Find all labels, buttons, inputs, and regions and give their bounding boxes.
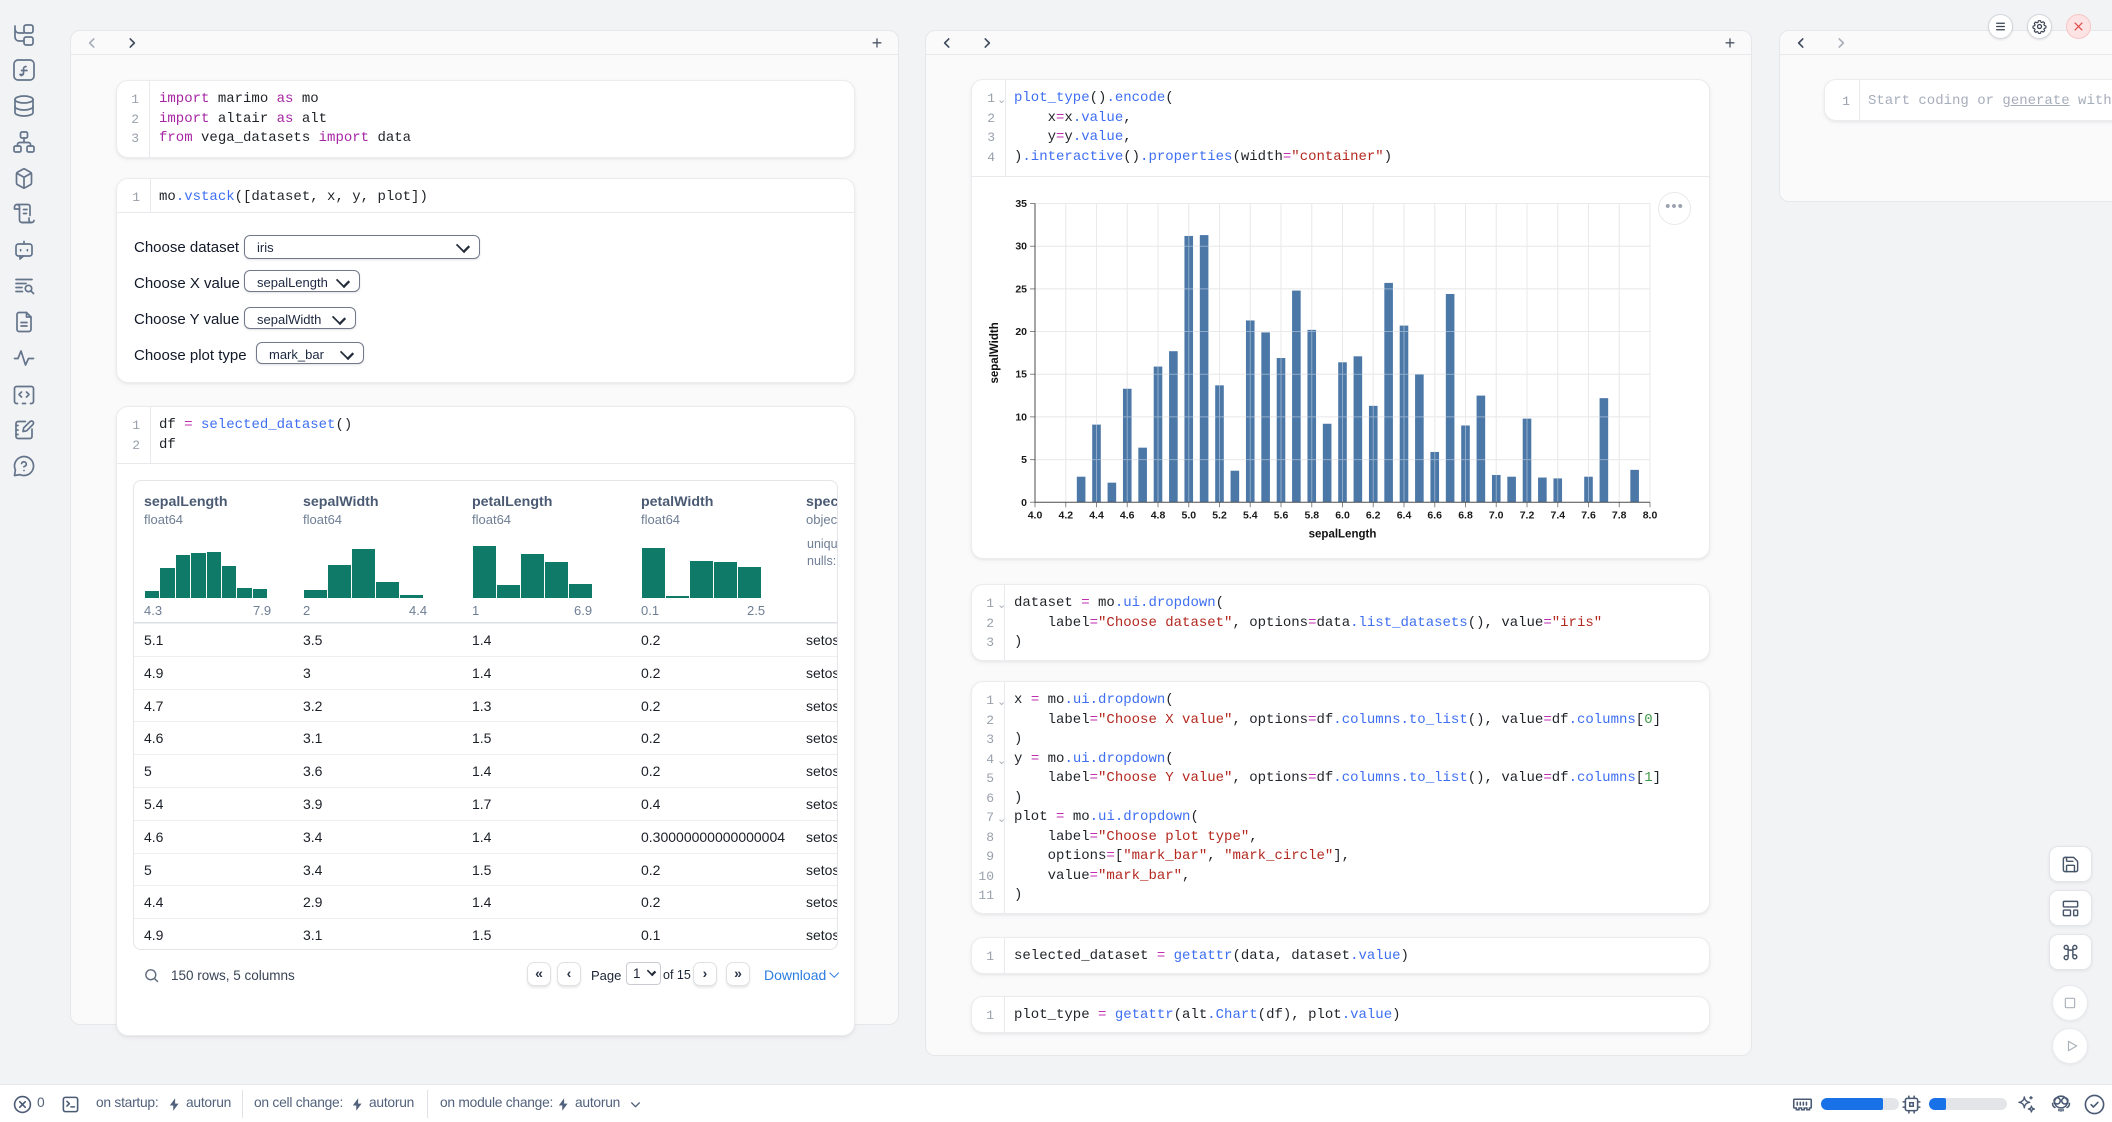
svg-text:sepalWidth: sepalWidth	[989, 322, 1001, 383]
svg-text:5.2: 5.2	[1212, 509, 1227, 521]
svg-text:5: 5	[1021, 454, 1027, 466]
svg-text:30: 30	[1015, 241, 1027, 253]
svg-text:5.6: 5.6	[1274, 509, 1289, 521]
svg-text:8.0: 8.0	[1643, 509, 1658, 521]
svg-text:6.4: 6.4	[1397, 509, 1412, 521]
svg-text:4.2: 4.2	[1058, 509, 1073, 521]
svg-text:0: 0	[1021, 497, 1027, 509]
svg-text:5.8: 5.8	[1304, 509, 1319, 521]
svg-text:4.0: 4.0	[1028, 509, 1043, 521]
svg-text:35: 35	[1015, 198, 1027, 210]
svg-text:7.8: 7.8	[1612, 509, 1627, 521]
svg-text:6.6: 6.6	[1427, 509, 1442, 521]
svg-text:15: 15	[1015, 369, 1027, 381]
svg-text:10: 10	[1015, 411, 1027, 423]
svg-text:7.2: 7.2	[1520, 509, 1535, 521]
svg-text:25: 25	[1015, 283, 1027, 295]
svg-text:7.4: 7.4	[1550, 509, 1565, 521]
svg-text:6.0: 6.0	[1335, 509, 1350, 521]
svg-text:4.6: 4.6	[1120, 509, 1135, 521]
svg-text:7.0: 7.0	[1489, 509, 1504, 521]
svg-text:5.4: 5.4	[1243, 509, 1258, 521]
svg-text:sepalLength: sepalLength	[1309, 528, 1377, 540]
svg-text:20: 20	[1015, 326, 1027, 338]
svg-text:6.8: 6.8	[1458, 509, 1473, 521]
svg-text:6.2: 6.2	[1366, 509, 1381, 521]
svg-text:7.6: 7.6	[1581, 509, 1596, 521]
svg-text:5.0: 5.0	[1181, 509, 1196, 521]
svg-text:4.8: 4.8	[1151, 509, 1166, 521]
svg-text:4.4: 4.4	[1089, 509, 1104, 521]
